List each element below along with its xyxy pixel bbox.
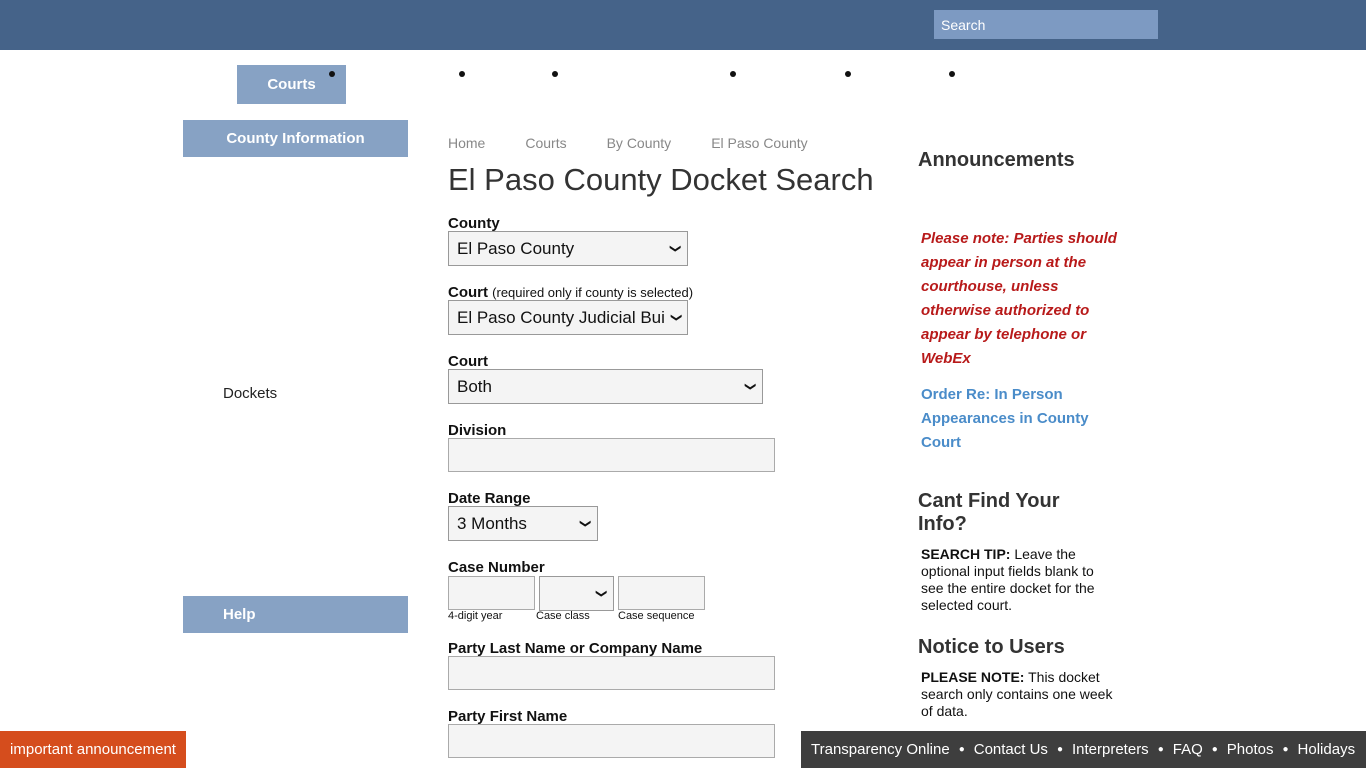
date-range-select[interactable]: 3 Months ❮ [448,506,598,541]
notice-to-users-title: Notice to Users [918,636,1065,658]
county-select[interactable]: El Paso County ❮ [448,231,688,266]
date-range-label: Date Range [448,490,531,507]
sidebar-item-dockets[interactable]: Dockets [223,385,277,402]
footer-separator: ● [1211,744,1218,755]
case-year-hint: 4-digit year [448,610,503,622]
breadcrumb: Home Courts By County El Paso County [448,135,848,151]
case-class-hint: Case class [536,610,590,622]
footer-link-interpreters[interactable]: Interpreters [1072,741,1149,758]
search-tip: SEARCH TIP: Leave the optional input fie… [921,546,1116,614]
court-type-select-value: Both [457,376,492,396]
top-header-bar [0,0,1366,50]
breadcrumb-el-paso-county[interactable]: El Paso County [711,135,808,151]
party-last-name-label: Party Last Name or Company Name [448,640,703,657]
court-label: Court (required only if county is select… [448,284,693,301]
county-select-value: El Paso County [457,238,575,258]
footer-separator: ● [958,744,965,755]
footer-link-holidays[interactable]: Holidays [1298,741,1356,758]
footer-separator: ● [1282,744,1289,755]
chevron-down-icon: ❮ [670,312,682,323]
announcement-notice: Please note: Parties should appear in pe… [921,230,1117,367]
county-label: County [448,215,500,232]
date-range-select-value: 3 Months [457,513,527,533]
footer-link-transparency[interactable]: Transparency Online [811,741,950,758]
nav-bullet [845,71,851,77]
case-class-select[interactable]: ❮ [539,576,614,611]
cant-find-title: Cant Find Your Info? [918,490,1060,535]
footer-link-faq[interactable]: FAQ [1173,741,1203,758]
chevron-down-icon: ❮ [578,518,591,529]
breadcrumb-home[interactable]: Home [448,135,485,151]
party-last-name-input[interactable] [448,656,775,690]
case-sequence-input[interactable] [618,576,705,610]
case-sequence-hint: Case sequence [618,610,695,622]
party-first-name-input[interactable] [448,724,775,758]
breadcrumb-by-county[interactable]: By County [607,135,672,151]
court-select-value: El Paso County Judicial Bui [457,307,665,327]
footer-link-contact[interactable]: Contact Us [974,741,1048,758]
court-type-label: Court [448,353,488,370]
page-title: El Paso County Docket Search [448,162,874,197]
order-in-person-link[interactable]: Order Re: In Person Appearances in Count… [921,383,1121,455]
chevron-down-icon: ❮ [594,588,607,599]
footer-links: Transparency Online ● Contact Us ● Inter… [801,731,1366,768]
division-label: Division [448,422,507,439]
sidebar-help[interactable]: Help [183,596,408,633]
search-input[interactable] [934,10,1158,39]
footer-separator: ● [1056,744,1063,755]
nav-bullet [329,71,335,77]
nav-bullet [552,71,558,77]
chevron-down-icon: ❮ [668,243,681,254]
case-number-label: Case Number [448,559,545,576]
sidebar-county-information[interactable]: County Information [183,120,408,157]
footer-link-photos[interactable]: Photos [1227,741,1274,758]
case-year-input[interactable] [448,576,535,610]
search-tip-label: SEARCH TIP: [921,546,1011,562]
chevron-down-icon: ❮ [743,381,756,392]
please-note-label: PLEASE NOTE: [921,669,1025,685]
footer-separator: ● [1157,744,1164,755]
court-type-select[interactable]: Both ❮ [448,369,763,404]
court-select[interactable]: El Paso County Judicial Bui ❮ [448,300,688,335]
court-label-note: (required only if county is selected) [492,285,694,300]
important-announcement-button[interactable]: important announcement [0,731,186,768]
nav-bullet [459,71,465,77]
court-label-text: Court [448,284,488,301]
party-first-name-label: Party First Name [448,708,568,725]
announcements-title: Announcements [918,149,1075,171]
division-input[interactable] [448,438,775,472]
breadcrumb-courts[interactable]: Courts [525,135,566,151]
please-note: PLEASE NOTE: This docket search only con… [921,669,1116,720]
nav-bullet [730,71,736,77]
nav-bullet [949,71,955,77]
